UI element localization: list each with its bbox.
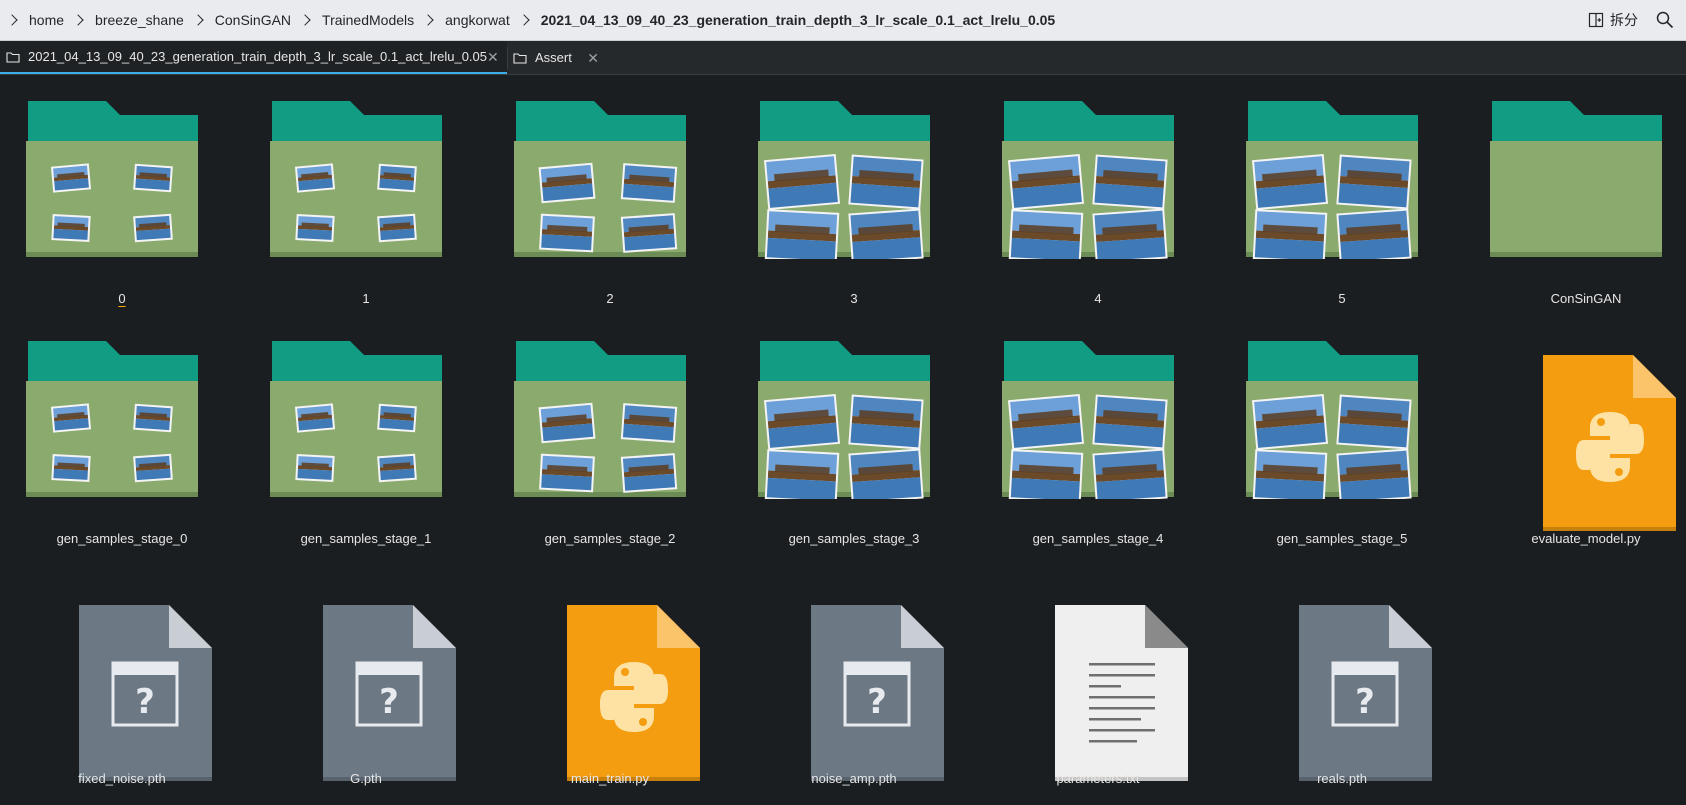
folder-item[interactable]: ConSinGAN bbox=[1464, 75, 1686, 315]
breadcrumb-item[interactable]: home bbox=[6, 12, 65, 28]
item-label: fixed_noise.pth bbox=[78, 771, 166, 786]
chevron-right-icon bbox=[192, 14, 204, 26]
folder-item[interactable]: gen_samples_stage_4 bbox=[976, 315, 1220, 555]
breadcrumb-item[interactable]: ConSinGAN bbox=[184, 12, 291, 28]
unknown-file-icon: ? bbox=[244, 555, 488, 781]
folder-icon bbox=[1464, 75, 1686, 280]
item-label: 4 bbox=[1094, 291, 1102, 306]
chevron-right-icon bbox=[6, 14, 18, 26]
breadcrumb-label: TrainedModels bbox=[322, 12, 415, 28]
item-label: 5 bbox=[1338, 291, 1346, 306]
breadcrumb-item[interactable]: breeze_shane bbox=[64, 12, 184, 28]
item-label: 0 bbox=[118, 291, 126, 306]
python-file-icon bbox=[488, 555, 732, 781]
chevron-right-icon bbox=[72, 14, 84, 26]
folder-icon bbox=[1220, 75, 1464, 280]
folder-item[interactable]: gen_samples_stage_1 bbox=[244, 315, 488, 555]
close-icon[interactable]: ✕ bbox=[487, 50, 499, 64]
item-label: 3 bbox=[850, 291, 858, 306]
item-label: ConSinGAN bbox=[1550, 291, 1622, 306]
folder-item[interactable]: 5 bbox=[1220, 75, 1464, 315]
item-label: gen_samples_stage_5 bbox=[1276, 531, 1408, 546]
folder-item[interactable]: gen_samples_stage_3 bbox=[732, 315, 976, 555]
file-item[interactable]: ? noise_amp.pth bbox=[732, 555, 976, 795]
item-label: 1 bbox=[362, 291, 370, 306]
file-item[interactable]: evaluate_model.py bbox=[1464, 315, 1686, 555]
folder-icon bbox=[976, 315, 1220, 520]
file-item[interactable]: ? G.pth bbox=[244, 555, 488, 795]
folder-icon bbox=[976, 75, 1220, 280]
chevron-right-icon bbox=[518, 14, 530, 26]
split-label: 拆分 bbox=[1610, 12, 1638, 28]
folder-icon bbox=[1220, 315, 1464, 520]
breadcrumb-label: breeze_shane bbox=[95, 12, 184, 28]
file-item[interactable]: main_train.py bbox=[488, 555, 732, 795]
folder-item[interactable]: 4 bbox=[976, 75, 1220, 315]
unknown-file-icon: ? bbox=[732, 555, 976, 781]
item-label: main_train.py bbox=[570, 771, 650, 786]
tab-current-folder[interactable]: 2021_04_13_09_40_23_generation_train_dep… bbox=[0, 41, 507, 74]
folder-icon bbox=[244, 75, 488, 280]
split-view-button[interactable]: 拆分 bbox=[1588, 10, 1638, 30]
breadcrumb-label: ConSinGAN bbox=[214, 12, 292, 28]
folder-item[interactable]: gen_samples_stage_2 bbox=[488, 315, 732, 555]
item-label: gen_samples_stage_3 bbox=[788, 531, 920, 546]
folder-icon bbox=[244, 315, 488, 520]
file-item[interactable]: parameters.txt bbox=[976, 555, 1220, 795]
breadcrumb-item[interactable]: 2021_04_13_09_40_23_generation_train_dep… bbox=[510, 12, 1055, 28]
folder-icon bbox=[732, 315, 976, 520]
svg-text:?: ? bbox=[1355, 682, 1375, 722]
item-label: gen_samples_stage_4 bbox=[1032, 531, 1164, 546]
folder-item[interactable]: gen_samples_stage_5 bbox=[1220, 315, 1464, 555]
breadcrumb-label: home bbox=[29, 12, 65, 28]
breadcrumb: home breeze_shane ConSinGAN TrainedModels an… bbox=[0, 12, 1055, 28]
item-label: gen_samples_stage_1 bbox=[300, 531, 432, 546]
folder-item[interactable]: 1 bbox=[244, 75, 488, 315]
item-label: evaluate_model.py bbox=[1531, 531, 1641, 546]
folder-icon bbox=[488, 75, 732, 280]
folder-icon bbox=[6, 50, 20, 64]
split-icon bbox=[1588, 12, 1604, 28]
file-item[interactable]: ? fixed_noise.pth bbox=[0, 555, 244, 795]
search-icon bbox=[1656, 11, 1674, 29]
tab-assert[interactable]: Assert ✕ bbox=[507, 41, 609, 74]
item-label: gen_samples_stage_0 bbox=[56, 531, 188, 546]
item-label: gen_samples_stage_2 bbox=[544, 531, 676, 546]
file-item[interactable]: ? reals.pth bbox=[1220, 555, 1464, 795]
folder-icon bbox=[488, 315, 732, 520]
item-label: G.pth bbox=[350, 771, 382, 786]
tab-label: Assert bbox=[535, 50, 572, 65]
tab-bar: 2021_04_13_09_40_23_generation_train_dep… bbox=[0, 41, 1686, 75]
item-label: reals.pth bbox=[1317, 771, 1367, 786]
folder-icon bbox=[732, 75, 976, 280]
chevron-right-icon bbox=[299, 14, 311, 26]
tab-label: 2021_04_13_09_40_23_generation_train_dep… bbox=[28, 49, 488, 64]
folder-icon bbox=[0, 75, 244, 280]
folder-icon bbox=[0, 315, 244, 520]
svg-text:?: ? bbox=[867, 682, 887, 722]
folder-item[interactable]: 3 bbox=[732, 75, 976, 315]
file-grid: 0 1 2 3 4 5 ConSinGAN gen_samples_stage_… bbox=[0, 75, 1686, 805]
item-label: 2 bbox=[606, 291, 614, 306]
folder-item[interactable]: gen_samples_stage_0 bbox=[0, 315, 244, 555]
unknown-file-icon: ? bbox=[1220, 555, 1464, 781]
python-file-icon bbox=[1464, 315, 1686, 531]
breadcrumb-item[interactable]: TrainedModels bbox=[291, 12, 414, 28]
svg-text:?: ? bbox=[379, 682, 399, 722]
item-label: noise_amp.pth bbox=[811, 771, 897, 786]
breadcrumb-label: 2021_04_13_09_40_23_generation_train_dep… bbox=[540, 12, 1056, 28]
folder-item[interactable]: 2 bbox=[488, 75, 732, 315]
breadcrumb-item[interactable]: angkorwat bbox=[414, 12, 510, 28]
text-file-icon bbox=[976, 555, 1220, 781]
close-icon[interactable]: ✕ bbox=[587, 51, 599, 65]
search-button[interactable] bbox=[1656, 11, 1674, 29]
svg-text:?: ? bbox=[135, 682, 155, 722]
breadcrumb-label: angkorwat bbox=[445, 12, 510, 28]
folder-icon bbox=[513, 51, 527, 65]
folder-item[interactable]: 0 bbox=[0, 75, 244, 315]
item-label: parameters.txt bbox=[1056, 771, 1140, 786]
breadcrumb-bar: home breeze_shane ConSinGAN TrainedModels an… bbox=[0, 0, 1686, 41]
unknown-file-icon: ? bbox=[0, 555, 244, 781]
chevron-right-icon bbox=[422, 14, 434, 26]
